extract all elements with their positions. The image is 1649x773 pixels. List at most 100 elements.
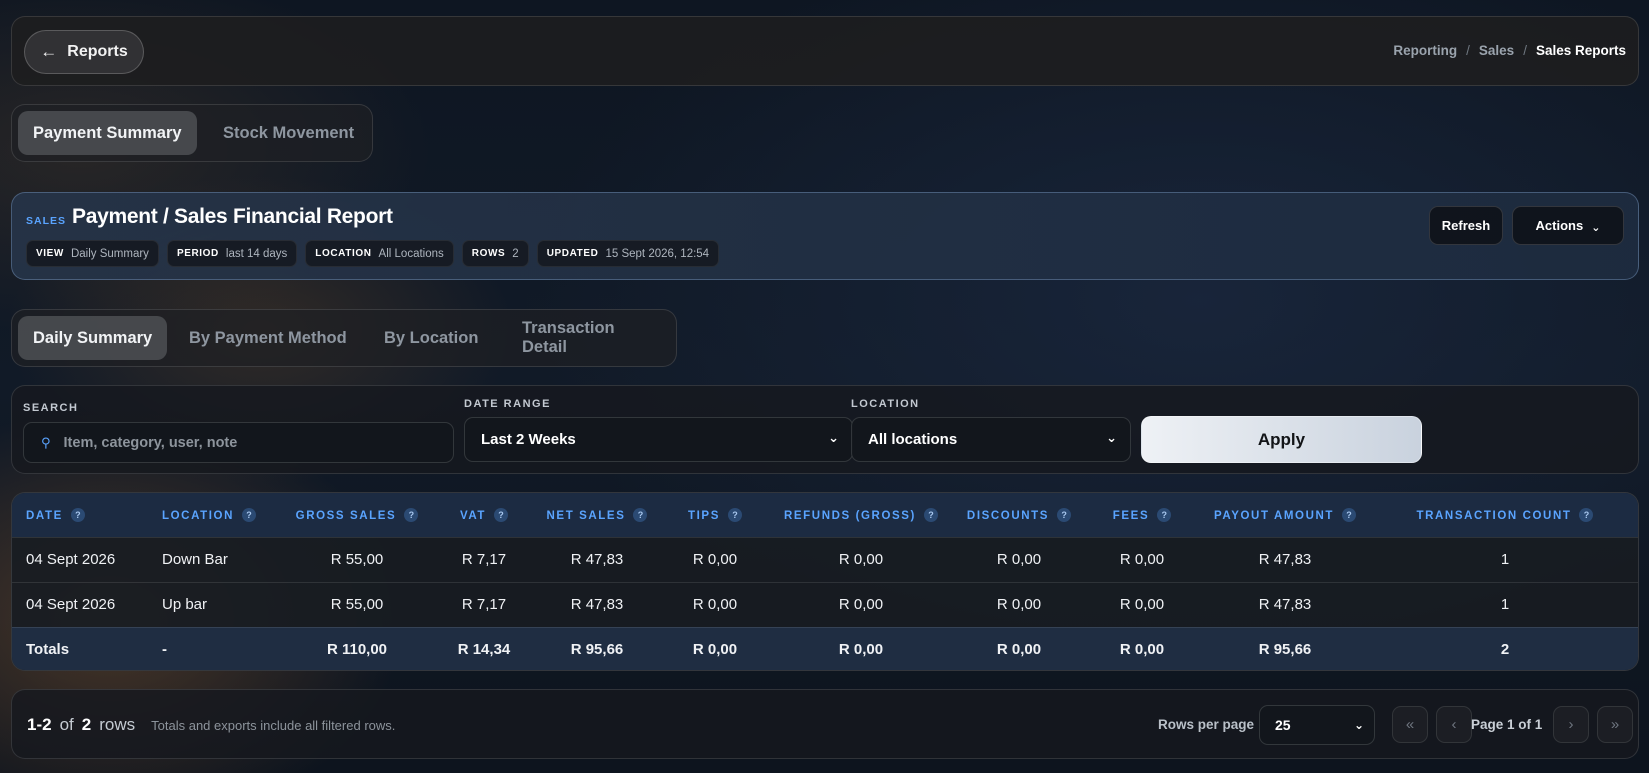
- column-label: NET SALES: [546, 509, 626, 522]
- cell-discounts: R 0,00: [996, 551, 1042, 568]
- col-tips[interactable]: TIPS?: [662, 493, 768, 537]
- rows-per-page-value: 25: [1275, 717, 1291, 733]
- column-label: TIPS: [688, 509, 720, 522]
- cell-gross-sales: R 55,00: [330, 596, 384, 613]
- col-date[interactable]: DATE?: [12, 493, 148, 537]
- date-range-label: DATE RANGE: [464, 398, 551, 410]
- filter-bar: SEARCH ⚲ Item, category, user, note DATE…: [11, 385, 1639, 474]
- cell-location: Down Bar: [162, 551, 228, 568]
- cell-payout: R 47,83: [1258, 596, 1312, 613]
- prev-page-button[interactable]: ‹: [1436, 706, 1472, 743]
- help-icon[interactable]: ?: [70, 507, 85, 522]
- rows-per-page-label: Rows per page: [1158, 717, 1255, 732]
- last-page-button[interactable]: »: [1597, 706, 1633, 743]
- column-label: DATE: [26, 509, 63, 522]
- column-label: FEES: [1112, 509, 1150, 522]
- cell-vat: R 7,17: [461, 596, 507, 613]
- back-to-reports-button[interactable]: ← Reports: [24, 30, 144, 74]
- help-icon[interactable]: ?: [1579, 507, 1594, 522]
- totals-note: Totals and exports include all filtered …: [151, 718, 396, 733]
- cell-date: 04 Sept 2026: [26, 551, 116, 568]
- apply-button[interactable]: Apply: [1141, 416, 1422, 463]
- search-input[interactable]: ⚲ Item, category, user, note: [23, 422, 454, 463]
- col-net-sales[interactable]: NET SALES?: [532, 493, 662, 537]
- chip-rows: ROWS 2: [461, 240, 529, 267]
- chip-key: VIEW: [36, 248, 64, 259]
- cell-discounts: R 0,00: [996, 596, 1042, 613]
- help-icon[interactable]: ?: [633, 507, 648, 522]
- help-icon[interactable]: ?: [1157, 507, 1172, 522]
- chip-value: All Locations: [378, 247, 444, 260]
- chevrons-right-icon: »: [1610, 716, 1620, 733]
- tab-by-location[interactable]: By Location: [369, 316, 493, 360]
- col-discounts[interactable]: DISCOUNTS?: [954, 493, 1084, 537]
- totals-fees: R 0,00: [1119, 640, 1165, 658]
- report-header: SALES Payment / Sales Financial Report V…: [11, 192, 1639, 280]
- column-label: GROSS SALES: [295, 509, 397, 522]
- date-range-select[interactable]: Last 2 Weeks ⌄: [464, 417, 853, 462]
- chevron-down-icon: ⌄: [1106, 430, 1117, 445]
- cell-fees: R 0,00: [1119, 596, 1165, 613]
- location-select[interactable]: All locations ⌄: [851, 417, 1131, 462]
- totals-row: Totals - R 110,00 R 14,34 R 95,66 R 0,00…: [12, 627, 1638, 670]
- col-transaction-count[interactable]: TRANSACTION COUNT?: [1370, 493, 1638, 537]
- totals-tips: R 0,00: [692, 640, 738, 658]
- breadcrumb-reporting[interactable]: Reporting: [1393, 43, 1457, 58]
- totals-location: -: [162, 640, 167, 658]
- actions-button-label: Actions: [1535, 218, 1584, 233]
- cell-tips: R 0,00: [692, 551, 738, 568]
- tab-payment-summary[interactable]: Payment Summary: [18, 111, 197, 155]
- col-vat[interactable]: VAT?: [436, 493, 532, 537]
- column-label: PAYOUT AMOUNT: [1213, 509, 1335, 522]
- location-value: All locations: [868, 431, 958, 448]
- cell-location: Up bar: [162, 596, 208, 613]
- table-row[interactable]: 04 Sept 2026 Up bar R 55,00 R 7,17 R 47,…: [12, 582, 1638, 627]
- tab-by-payment-method[interactable]: By Payment Method: [174, 316, 362, 360]
- cell-net-sales: R 47,83: [570, 551, 624, 568]
- help-icon[interactable]: ?: [1342, 507, 1357, 522]
- chevrons-left-icon: «: [1405, 716, 1415, 733]
- tab-daily-summary[interactable]: Daily Summary: [18, 316, 168, 360]
- table-row[interactable]: 04 Sept 2026 Down Bar R 55,00 R 7,17 R 4…: [12, 537, 1638, 582]
- help-icon[interactable]: ?: [1057, 507, 1072, 522]
- help-icon[interactable]: ?: [727, 507, 742, 522]
- column-label: VAT: [459, 509, 487, 522]
- tab-transaction-detail[interactable]: Transaction Detail: [507, 316, 676, 360]
- search-label: SEARCH: [23, 402, 79, 414]
- chip-updated: UPDATED 15 Sept 2026, 12:54: [536, 240, 720, 267]
- help-icon[interactable]: ?: [242, 507, 256, 522]
- chip-value: last 14 days: [225, 247, 288, 260]
- next-page-button[interactable]: ›: [1553, 706, 1589, 743]
- col-gross-sales[interactable]: GROSS SALES?: [278, 493, 436, 537]
- cell-tips: R 0,00: [692, 596, 738, 613]
- cell-gross-sales: R 55,00: [330, 551, 384, 568]
- breadcrumb-sales[interactable]: Sales: [1479, 43, 1514, 58]
- rows-word: rows: [99, 715, 136, 734]
- help-icon[interactable]: ?: [923, 507, 938, 522]
- cell-fees: R 0,00: [1119, 551, 1165, 568]
- column-label: LOCATION: [162, 509, 234, 522]
- top-bar: ← Reports Reporting / Sales / Sales Repo…: [11, 16, 1639, 86]
- breadcrumb-separator: /: [1466, 43, 1470, 58]
- location-label: LOCATION: [851, 398, 920, 410]
- tab-stock-movement[interactable]: Stock Movement: [208, 111, 369, 155]
- totals-vat: R 14,34: [457, 640, 511, 658]
- totals-payout: R 95,66: [1258, 640, 1312, 658]
- refresh-button[interactable]: Refresh: [1429, 206, 1503, 245]
- chip-key: LOCATION: [315, 248, 372, 259]
- col-refunds-gross[interactable]: REFUNDS (GROSS)?: [768, 493, 954, 537]
- chip-view: VIEW Daily Summary: [26, 240, 159, 267]
- col-payout-amount[interactable]: PAYOUT AMOUNT?: [1200, 493, 1370, 537]
- col-fees[interactable]: FEES?: [1084, 493, 1200, 537]
- actions-button[interactable]: Actions ⌄: [1512, 206, 1624, 245]
- row-total: 2: [81, 715, 92, 734]
- help-icon[interactable]: ?: [404, 507, 419, 522]
- help-icon[interactable]: ?: [494, 507, 509, 522]
- first-page-button[interactable]: «: [1392, 706, 1428, 743]
- chip-key: UPDATED: [546, 248, 599, 259]
- rows-per-page-select[interactable]: 25 ⌄: [1259, 705, 1375, 745]
- report-meta-chips: VIEW Daily Summary PERIOD last 14 days LOC…: [26, 240, 720, 267]
- refresh-button-label: Refresh: [1441, 218, 1491, 233]
- col-location[interactable]: LOCATION?: [148, 493, 278, 537]
- chip-period: PERIOD last 14 days: [166, 240, 298, 267]
